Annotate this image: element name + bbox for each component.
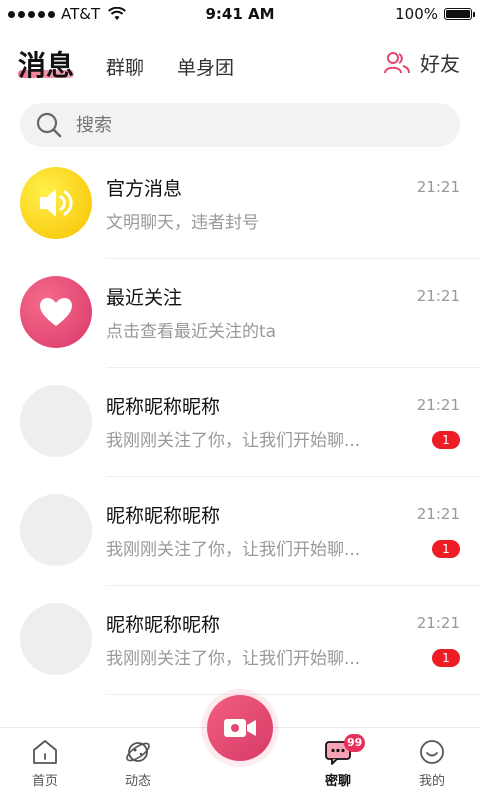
video-chat-button[interactable] xyxy=(207,695,273,761)
conversation-time: 21:21 xyxy=(416,178,460,196)
search-input[interactable] xyxy=(74,113,418,137)
conversation-row[interactable]: 昵称昵称昵称 21:21 我刚刚关注了你，让我们开始聊... 1 xyxy=(0,477,480,586)
conversation-preview: 我刚刚关注了你，让我们开始聊... xyxy=(106,649,361,669)
tab-secret-chat[interactable]: 99 密聊 xyxy=(308,734,368,789)
avatar xyxy=(20,494,92,566)
tab-me-label: 我的 xyxy=(418,774,445,789)
conversation-time: 21:21 xyxy=(416,396,460,414)
battery-icon xyxy=(444,8,475,20)
tab-singles-group[interactable]: 单身团 xyxy=(177,53,234,80)
conversation-preview: 点击查看最近关注的ta xyxy=(106,322,277,342)
bottom-tab-bar: 首页 动态 99 密聊 我的 xyxy=(0,695,480,800)
battery-percent: 100% xyxy=(395,5,438,23)
conversation-title: 最近关注 xyxy=(106,287,183,309)
unread-badge: 1 xyxy=(432,649,460,667)
divider xyxy=(106,694,480,695)
conversation-preview: 我刚刚关注了你，让我们开始聊... xyxy=(106,540,361,560)
conversation-title: 昵称昵称昵称 xyxy=(106,396,221,418)
tab-home[interactable]: 首页 xyxy=(15,738,75,789)
conversation-preview: 我刚刚关注了你，让我们开始聊... xyxy=(106,431,361,451)
unread-badge: 1 xyxy=(432,540,460,558)
official-avatar xyxy=(20,167,92,239)
conversation-title: 昵称昵称昵称 xyxy=(106,614,221,636)
search-icon xyxy=(36,112,62,138)
status-bar: AT&T 9:41 AM 100% xyxy=(0,0,480,28)
friends-icon xyxy=(384,51,410,73)
tab-secret-chat-label: 密聊 xyxy=(324,774,351,789)
tab-group-chat[interactable]: 群聊 xyxy=(106,53,144,80)
tab-home-label: 首页 xyxy=(31,774,58,789)
tab-moments-label: 动态 xyxy=(124,774,151,789)
conversation-list: 官方消息 21:21 文明聊天，违者封号 最近关注 21:21 点击查看最近关注… xyxy=(0,150,480,695)
speaker-icon xyxy=(40,189,73,217)
conversation-row[interactable]: 昵称昵称昵称 21:21 我刚刚关注了你，让我们开始聊... 1 xyxy=(0,586,480,695)
smile-icon xyxy=(420,740,444,764)
recent-follows-avatar xyxy=(20,276,92,348)
tab-moments[interactable]: 动态 xyxy=(108,738,168,789)
conversation-row-official[interactable]: 官方消息 21:21 文明聊天，违者封号 xyxy=(0,150,480,259)
avatar xyxy=(20,603,92,675)
top-nav: 消息 群聊 单身团 好友 xyxy=(0,40,480,90)
search-bar[interactable] xyxy=(20,103,460,147)
avatar xyxy=(20,385,92,457)
unread-badge: 1 xyxy=(432,431,460,449)
conversation-time: 21:21 xyxy=(416,614,460,632)
home-icon xyxy=(33,740,57,764)
tab-messages[interactable]: 消息 xyxy=(18,44,74,84)
heart-icon xyxy=(40,298,72,326)
conversation-preview: 文明聊天，违者封号 xyxy=(106,213,259,233)
unread-count-badge: 99 xyxy=(344,734,366,752)
conversation-title: 官方消息 xyxy=(106,178,183,200)
tab-me[interactable]: 我的 xyxy=(402,738,462,789)
friends-button[interactable]: 好友 xyxy=(384,48,460,77)
conversation-title: 昵称昵称昵称 xyxy=(106,505,221,527)
video-camera-icon xyxy=(224,719,256,737)
friends-label: 好友 xyxy=(420,52,460,76)
conversation-row[interactable]: 昵称昵称昵称 21:21 我刚刚关注了你，让我们开始聊... 1 xyxy=(0,368,480,477)
planet-icon xyxy=(126,742,150,762)
conversation-time: 21:21 xyxy=(416,505,460,523)
conversation-row-recent-follows[interactable]: 最近关注 21:21 点击查看最近关注的ta xyxy=(0,259,480,368)
conversation-time: 21:21 xyxy=(416,287,460,305)
